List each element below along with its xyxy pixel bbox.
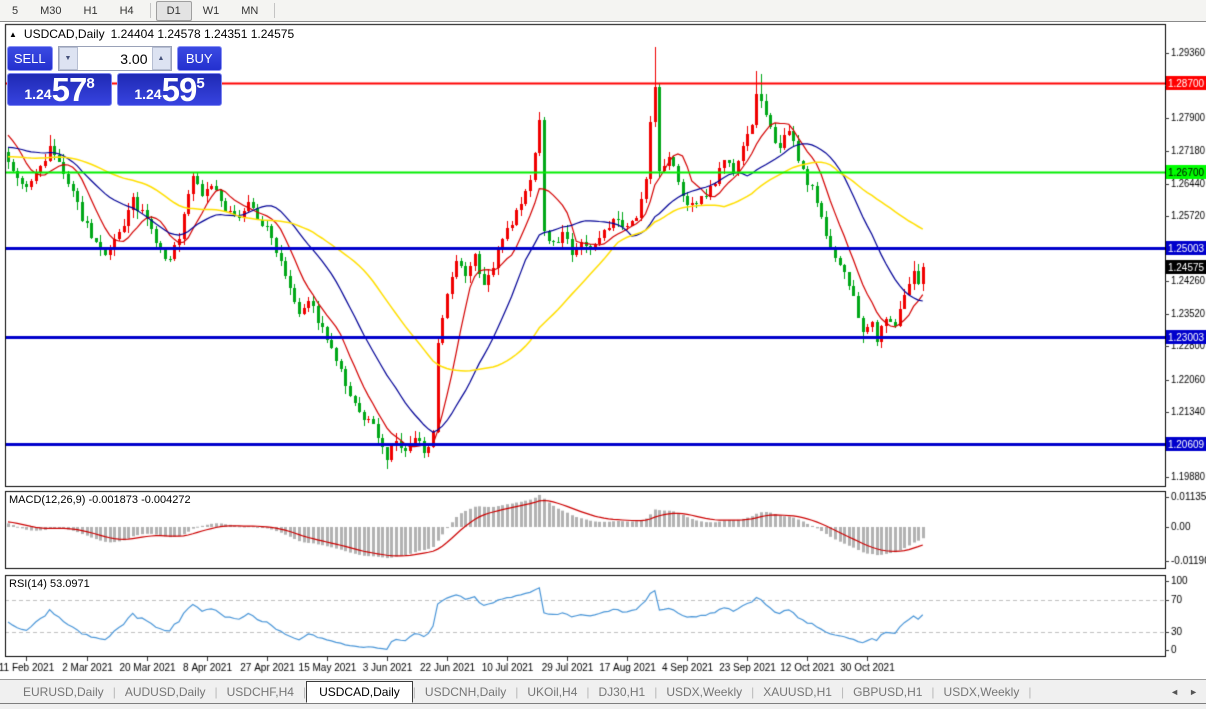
sell-button[interactable]: SELL <box>7 46 53 71</box>
volume-input[interactable] <box>78 47 152 70</box>
sell-price-prefix: 1.24 <box>24 86 51 102</box>
tab-scroll-right-icon[interactable]: ► <box>1189 687 1198 697</box>
timeframe-button-w1[interactable]: W1 <box>192 1 231 21</box>
tab-separator: | <box>1028 685 1031 699</box>
macd-indicator-label: MACD(12,26,9) -0.001873 -0.004272 <box>9 494 191 506</box>
rsi-indicator-label: RSI(14) 53.0971 <box>9 578 90 590</box>
toolbar-separator <box>150 3 151 18</box>
chart-symbol-title: USDCAD,Daily <box>24 27 105 41</box>
timeframe-button-5[interactable]: 5 <box>1 1 29 21</box>
buy-price-pip-digit: 5 <box>196 75 204 92</box>
chart-tab-bar: EURUSD,Daily|AUDUSD,Daily|USDCHF,H4|USDC… <box>0 679 1206 709</box>
buy-button[interactable]: BUY <box>177 46 223 71</box>
sell-price-button[interactable]: 1.24 57 8 <box>7 73 112 106</box>
chart-tab-audusd-daily[interactable]: AUDUSD,Daily <box>116 682 215 702</box>
sell-price-big-digits: 57 <box>52 75 87 105</box>
chart-tab-eurusd-daily[interactable]: EURUSD,Daily <box>14 682 113 702</box>
chart-ohlc-values: 1.24404 1.24578 1.24351 1.24575 <box>111 27 295 41</box>
trade-panel-controls: SELL ▼ ▲ BUY <box>7 46 222 71</box>
chart-tab-gbpusd-h1[interactable]: GBPUSD,H1 <box>844 682 931 702</box>
timeframe-button-m30[interactable]: M30 <box>29 1 72 21</box>
chart-tab-usdx-weekly[interactable]: USDX,Weekly <box>657 682 751 702</box>
volume-decrease-button[interactable]: ▼ <box>59 47 78 70</box>
timeframe-button-d1[interactable]: D1 <box>156 1 192 21</box>
timeframe-button-h4[interactable]: H4 <box>109 1 145 21</box>
chart-tab-usdx-weekly[interactable]: USDX,Weekly <box>935 682 1029 702</box>
chart-tab-usdcnh-daily[interactable]: USDCNH,Daily <box>416 682 515 702</box>
trading-platform-window: 5M30H1H4D1W1MN ▲ USDCAD,Daily 1.24404 1.… <box>0 0 1206 709</box>
timeframe-toolbar: 5M30H1H4 D1W1MN <box>0 0 1206 22</box>
tab-scroll-arrows: ◄ ► <box>1162 680 1206 704</box>
tab-scroll-left-icon[interactable]: ◄ <box>1170 687 1179 697</box>
timeframe-button-h1[interactable]: H1 <box>73 1 109 21</box>
chart-tab-xauusd-h1[interactable]: XAUUSD,H1 <box>754 682 841 702</box>
trade-panel-prices: 1.24 57 8 1.24 59 5 <box>7 73 222 106</box>
buy-price-big-digits: 59 <box>162 75 197 105</box>
timeframe-button-mn[interactable]: MN <box>230 1 269 21</box>
one-click-trade-panel: SELL ▼ ▲ BUY 1.24 57 8 1.24 59 5 <box>7 46 222 106</box>
chart-tab-dj30-h1[interactable]: DJ30,H1 <box>590 682 655 702</box>
buy-price-button[interactable]: 1.24 59 5 <box>117 73 222 106</box>
buy-price-prefix: 1.24 <box>134 86 161 102</box>
toolbar-separator <box>274 3 275 18</box>
volume-group: ▼ ▲ <box>58 46 172 71</box>
chart-header: ▲ USDCAD,Daily 1.24404 1.24578 1.24351 1… <box>9 27 294 41</box>
sell-price-pip-digit: 8 <box>86 75 94 92</box>
volume-increase-button[interactable]: ▲ <box>152 47 171 70</box>
chart-tab-ukoil-h4[interactable]: UKOil,H4 <box>518 682 586 702</box>
chart-tab-usdcad-daily[interactable]: USDCAD,Daily <box>306 681 413 703</box>
chart-tab-usdchf-h4[interactable]: USDCHF,H4 <box>218 682 303 702</box>
collapse-triangle-icon[interactable]: ▲ <box>9 30 17 39</box>
chart-tabs: EURUSD,Daily|AUDUSD,Daily|USDCHF,H4|USDC… <box>0 680 1162 704</box>
